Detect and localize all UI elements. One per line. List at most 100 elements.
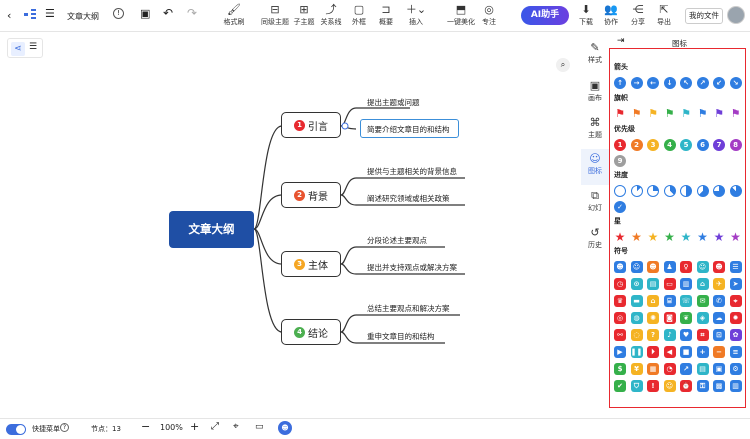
star-green-icon[interactable]: ★ xyxy=(664,231,676,243)
priority-7-icon[interactable]: 7 xyxy=(713,139,725,151)
collapse-panel-icon[interactable]: ⇥ xyxy=(617,36,625,46)
symbol-heart-icon[interactable]: ♥ xyxy=(680,329,692,341)
flag-cyan-icon[interactable]: ⚑ xyxy=(680,108,692,120)
tab-icon[interactable]: ☺ 图标 xyxy=(581,149,609,185)
my-files-button[interactable]: 我的文件 xyxy=(685,8,723,24)
undo-icon[interactable]: ↶ xyxy=(163,6,173,20)
progress-4-icon[interactable] xyxy=(680,185,692,197)
symbol-dollar-icon[interactable]: $ xyxy=(614,363,626,375)
symbol-globe-icon[interactable]: ◍ xyxy=(630,312,643,324)
progress-done-icon[interactable]: ✓ xyxy=(614,201,626,213)
symbol-calendar-icon[interactable]: ▣ xyxy=(713,363,725,375)
symbol-leaf-icon[interactable]: ❦ xyxy=(680,312,692,324)
branch-topic[interactable]: 3 主体 xyxy=(281,251,341,277)
selected-subtopic[interactable]: 简要介绍文章目的和结构 xyxy=(360,119,459,138)
priority-9-icon[interactable]: 9 xyxy=(614,155,626,167)
star-blue-icon[interactable]: ★ xyxy=(697,231,709,243)
star-violet-icon[interactable]: ★ xyxy=(730,231,742,243)
ai-assistant-button[interactable]: AI助手 xyxy=(521,6,569,25)
progress-5-icon[interactable] xyxy=(696,185,709,197)
symbol-plane-icon[interactable]: ✈ xyxy=(713,278,725,290)
avatar[interactable] xyxy=(727,6,745,24)
symbol-rewind-icon[interactable]: ◀ xyxy=(663,346,676,358)
flag-red-icon[interactable]: ⚑ xyxy=(614,108,626,120)
symbol-stop-icon[interactable]: ■ xyxy=(680,346,692,358)
symbol-clock-icon[interactable]: ◷ xyxy=(614,278,626,290)
symbol-woman-icon[interactable]: ♀ xyxy=(680,261,692,273)
progress-0-icon[interactable] xyxy=(614,185,626,197)
symbol-link-icon[interactable]: ⚯ xyxy=(614,329,626,341)
symbol-question-icon[interactable]: ? xyxy=(647,329,659,341)
progress-1-icon[interactable] xyxy=(630,185,643,197)
mindmap-canvas[interactable]: ⋖ ☰ ⌕ 文章大纲 1 引言 2 背景 3 主体 4 结论 提出主题或问题 简要介绍文… xyxy=(0,33,580,417)
arrow-downleft-icon[interactable]: ↙ xyxy=(713,77,725,89)
symbol-group-icon[interactable]: ☺ xyxy=(696,261,709,273)
flag-purple-icon[interactable]: ⚑ xyxy=(713,108,725,120)
symbol-send-icon[interactable]: ➤ xyxy=(729,278,742,290)
symbol-pin-icon[interactable]: ⌖ xyxy=(729,295,742,307)
arrow-downright-icon[interactable]: ↘ xyxy=(729,77,742,89)
format-painter-button[interactable]: 🖌 格式刷 xyxy=(217,3,251,27)
branch-topic[interactable]: 4 结论 xyxy=(281,319,341,345)
flag-blue-icon[interactable]: ⚑ xyxy=(697,108,709,120)
arrow-right-icon[interactable]: → xyxy=(630,77,643,89)
menu-icon[interactable]: ☰ xyxy=(45,7,55,20)
symbol-trend-icon[interactable]: ↗ xyxy=(680,363,692,375)
star-red-icon[interactable]: ★ xyxy=(614,231,626,243)
symbol-tag-icon[interactable]: ⌗ xyxy=(696,329,709,341)
tab-theme[interactable]: ⌘ 主题 xyxy=(581,116,609,140)
symbol-mail-icon[interactable]: ✉ xyxy=(696,295,709,307)
tab-history[interactable]: ↺ 历史 xyxy=(581,226,609,250)
symbol-car-icon[interactable]: ▭ xyxy=(663,278,676,290)
quick-menu-toggle[interactable] xyxy=(6,424,26,435)
symbol-chat-icon[interactable]: ✆ xyxy=(713,295,725,307)
star-orange-icon[interactable]: ★ xyxy=(631,231,643,243)
priority-1-icon[interactable]: 1 xyxy=(614,139,626,151)
save-icon[interactable]: ▣ xyxy=(140,7,150,20)
flag-orange-icon[interactable]: ⚑ xyxy=(631,108,643,120)
zoom-level[interactable]: 100% xyxy=(160,423,183,432)
progress-7-icon[interactable] xyxy=(729,185,742,197)
symbol-list-icon[interactable]: ≡ xyxy=(729,346,742,358)
subtopic-item[interactable]: 提出主题或问题 xyxy=(367,97,420,108)
doc-title[interactable]: 文章大纲 xyxy=(67,11,99,22)
redo-icon[interactable]: ↷ xyxy=(187,6,197,20)
branch-topic[interactable]: 2 背景 xyxy=(281,182,341,208)
subtopic-item[interactable]: 分段论述主要观点 xyxy=(367,235,427,246)
symbol-cloud-icon[interactable]: ☁ xyxy=(713,312,725,324)
zoom-out-icon[interactable]: − xyxy=(141,420,150,433)
locate-icon[interactable]: ⌖ xyxy=(233,421,239,432)
symbol-bank-icon[interactable]: ⌸ xyxy=(663,295,676,307)
symbol-shield-icon[interactable]: ⛉ xyxy=(630,380,643,392)
summary-button[interactable]: ⊐ 概要 xyxy=(369,3,403,27)
symbol-id-icon[interactable]: ♟ xyxy=(663,261,676,273)
symbol-fire-icon[interactable]: ✹ xyxy=(729,312,742,324)
symbol-user-icon[interactable]: ☺ xyxy=(630,261,643,273)
robot-assistant-icon[interactable]: ☻ xyxy=(278,421,292,435)
star-cyan-icon[interactable]: ★ xyxy=(680,231,692,243)
symbol-alarm-icon[interactable]: ⏰ xyxy=(680,380,692,392)
export-button[interactable]: ⇱ 导出 xyxy=(647,3,681,27)
symbol-train-icon[interactable]: ▥ xyxy=(680,278,692,290)
subtopic-item[interactable]: 提出并支持观点或解决方案 xyxy=(367,262,457,273)
priority-5-icon[interactable]: 5 xyxy=(680,139,692,151)
symbol-bar-chart-icon[interactable]: ▥ xyxy=(729,380,742,392)
symbol-folder-icon[interactable]: ▬ xyxy=(630,295,643,307)
progress-2-icon[interactable] xyxy=(647,185,659,197)
priority-4-icon[interactable]: 4 xyxy=(663,139,676,151)
branch-topic[interactable]: 1 引言 xyxy=(281,112,341,138)
progress-6-icon[interactable] xyxy=(713,185,725,197)
symbol-lightbulb-icon[interactable]: ✺ xyxy=(647,312,659,324)
symbol-crown-icon[interactable]: ♛ xyxy=(614,295,626,307)
zoom-in-icon[interactable]: + xyxy=(190,420,199,433)
priority-3-icon[interactable]: 3 xyxy=(647,139,659,151)
presentation-icon[interactable]: ▭ xyxy=(255,422,264,432)
info-icon[interactable]: ! xyxy=(113,8,124,19)
arrow-upleft-icon[interactable]: ↖ xyxy=(680,77,692,89)
priority-6-icon[interactable]: 6 xyxy=(696,139,709,151)
subtopic-item[interactable]: 总结主要观点和解决方案 xyxy=(367,303,450,314)
flag-violet-icon[interactable]: ⚑ xyxy=(730,108,742,120)
root-topic[interactable]: 文章大纲 xyxy=(169,211,254,248)
arrow-left-icon[interactable]: ← xyxy=(647,77,659,89)
priority-8-icon[interactable]: 8 xyxy=(729,139,742,151)
